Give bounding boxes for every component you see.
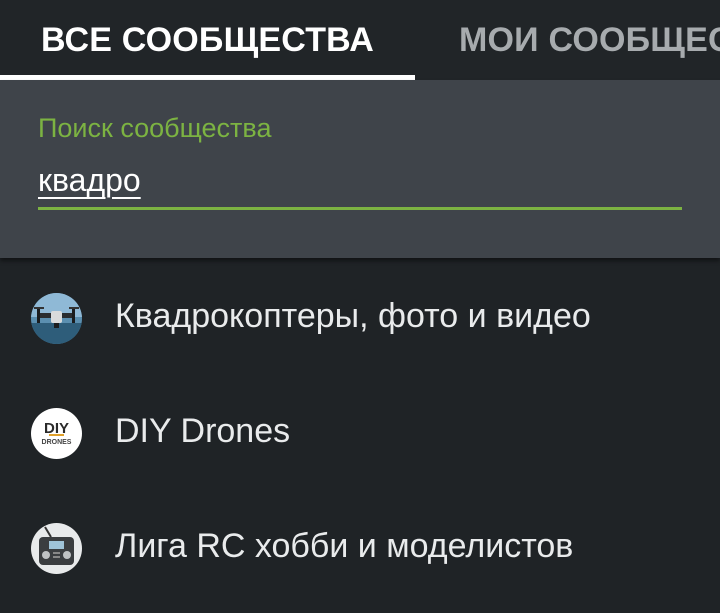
community-name: Лига RC хобби и моделистов (115, 527, 574, 565)
community-name: DIY Drones (115, 412, 291, 450)
tab-bar: ВСЕ СООБЩЕСТВА МОИ СООБЩЕСТВА (0, 0, 720, 80)
tab-my-communities[interactable]: МОИ СООБЩЕСТВА (459, 0, 720, 80)
tab-my-communities-label: МОИ СООБЩЕСТВА (459, 20, 720, 59)
drone-photo-avatar-icon (31, 293, 82, 344)
svg-text:DRONES: DRONES (42, 439, 72, 446)
search-input[interactable] (38, 160, 682, 210)
tab-all-communities-label: ВСЕ СООБЩЕСТВА (41, 20, 374, 59)
community-name: Квадрокоптеры, фото и видео (115, 297, 591, 335)
list-item-community[interactable]: Квадрокоптеры, фото и видео (0, 261, 720, 376)
tab-all-communities[interactable]: ВСЕ СООБЩЕСТВА (0, 0, 415, 80)
search-panel: Поиск сообщества квадро (0, 80, 720, 258)
list-item-community[interactable]: DIY DRONES DIY Drones (0, 376, 720, 491)
list-item-community[interactable]: Лига RC хобби и моделистов (0, 491, 720, 606)
search-field-label: Поиск сообщества (38, 113, 272, 143)
rc-transmitter-avatar-icon (31, 523, 82, 574)
diy-drones-logo-icon: DIY DRONES (31, 408, 82, 459)
